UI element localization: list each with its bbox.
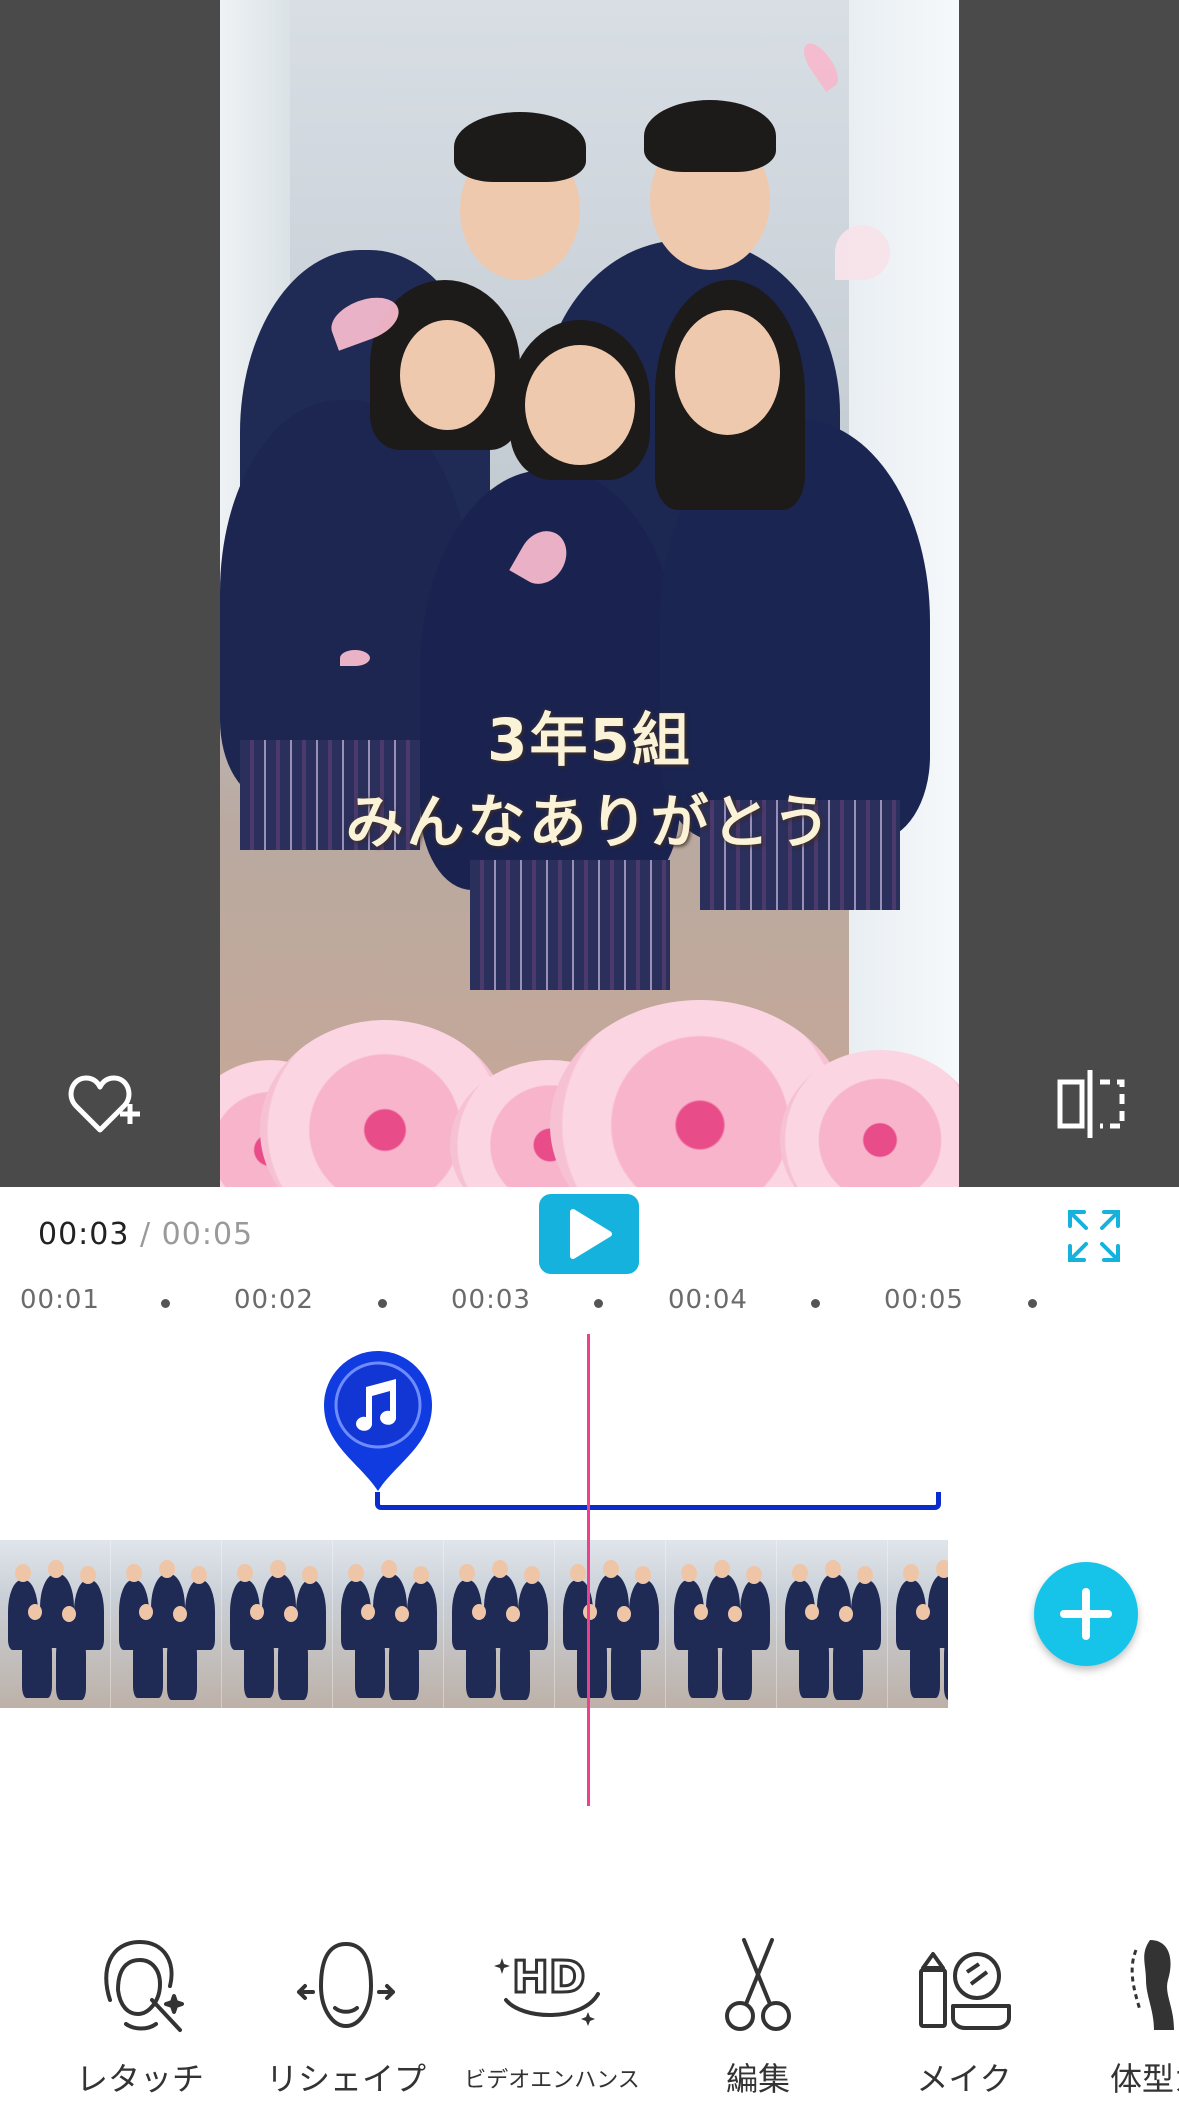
clip-thumbnail [444,1540,555,1708]
tool-label: リシェイプ [265,2060,426,2098]
scissors-icon [725,1938,791,2031]
play-icon [570,1209,612,1259]
compare-split-icon[interactable] [1056,1068,1132,1140]
playhead[interactable] [587,1334,590,1806]
favorite-add-icon[interactable] [68,1070,144,1138]
reshape-icon [297,1942,395,2028]
clip-thumbnail [666,1540,777,1708]
bottom-toolbar: レタッチ リシェイプ HD ビデオエンハンス 編集 メイク 体型 [0,1930,1179,2118]
tool-label: メイク [916,2060,1012,2098]
tool-video-enhance[interactable]: HD ビデオエンハンス [452,1930,652,2094]
ruler-tick: 00:05 [884,1285,964,1315]
preview-image [220,0,959,1187]
video-caption: 3年5組 みんなありがとう [220,700,959,864]
ruler-dot [811,1299,820,1308]
clip-thumbnail [111,1540,222,1708]
play-button[interactable] [539,1194,639,1274]
clip-thumbnail [333,1540,444,1708]
clip-thumbnail [0,1540,111,1708]
ruler-dot [161,1299,170,1308]
plus-icon [1060,1588,1112,1640]
tool-label: レタッチ [75,2060,204,2098]
ruler-dot [1028,1299,1037,1308]
total-time: 00:05 [161,1217,254,1252]
ruler-tick: 00:04 [668,1285,748,1315]
clip-thumbnail [222,1540,333,1708]
retouch-icon [104,1940,184,2032]
tool-body-shape[interactable]: 体型ガ [1070,1930,1179,2100]
tool-retouch[interactable]: レタッチ [40,1930,240,2100]
tool-label: ビデオエンハンス [464,2068,640,2093]
ruler-tick: 00:03 [451,1285,531,1315]
ruler-dot [378,1299,387,1308]
ruler-tick: 00:01 [20,1285,100,1315]
current-time: 00:03 [38,1217,130,1252]
video-clip-strip[interactable] [0,1540,948,1708]
fullscreen-icon[interactable] [1064,1206,1124,1266]
makeup-icon [919,1952,1011,2030]
clip-thumbnail [555,1540,666,1708]
ruler-dot [594,1299,603,1308]
svg-text:HD: HD [512,1952,585,2003]
tool-edit[interactable]: 編集 [658,1930,858,2100]
time-separator: / [140,1217,152,1252]
tool-reshape[interactable]: リシェイプ [246,1930,446,2100]
music-track-range[interactable] [375,1492,941,1510]
caption-line-1: 3年5組 [487,706,692,774]
time-display: 00:03 / 00:05 [38,1217,253,1252]
add-clip-button[interactable] [1034,1562,1138,1666]
clip-thumbnail [888,1540,948,1708]
music-track-marker[interactable] [320,1345,436,1493]
video-preview: 3年5組 みんなありがとう [0,0,1179,1187]
caption-line-2: みんなありがとう [345,788,834,856]
ruler-tick: 00:02 [234,1285,314,1315]
time-ruler: 00:01 00:02 00:03 00:04 00:05 [0,1285,1179,1325]
hd-enhance-icon: HD [494,1951,600,2026]
clip-thumbnail [777,1540,888,1708]
body-shape-icon [1130,1940,1174,2030]
tool-makeup[interactable]: メイク [864,1930,1064,2100]
tool-label: 体型ガ [1110,2060,1179,2098]
tool-label: 編集 [725,2060,790,2098]
